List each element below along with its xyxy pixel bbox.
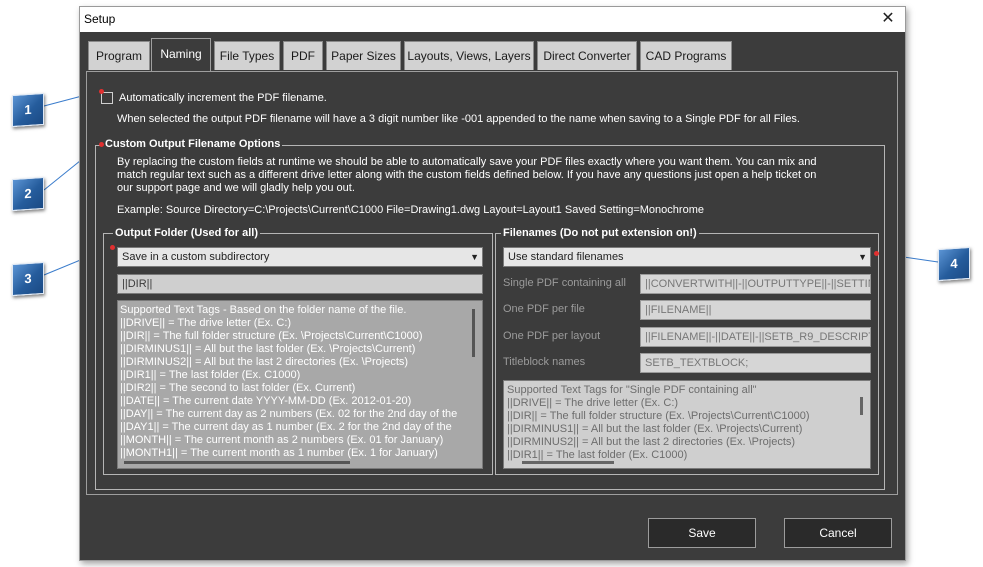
setup-dialog: Setup ✕ Program Naming File Types PDF Pa… [79, 6, 906, 561]
save-button[interactable]: Save [648, 518, 756, 548]
custom-output-label: Custom Output Filename Options [103, 138, 283, 150]
title-bar: Setup ✕ [80, 7, 905, 32]
marker-dot [99, 89, 104, 94]
marker-dot [99, 142, 104, 147]
window-title: Setup [84, 12, 116, 26]
horizontal-scrollbar[interactable] [522, 461, 614, 464]
naming-panel: Automatically increment the PDF filename… [86, 71, 898, 495]
output-folder-label: Output Folder (Used for all) [113, 227, 260, 239]
callout-1: 1 [12, 92, 44, 128]
one-pdf-per-layout-field[interactable]: ||FILENAME||-||DATE||-||SETB_R9_DESCRIPT… [640, 327, 871, 347]
cancel-button[interactable]: Cancel [784, 518, 892, 548]
filenames-label: Filenames (Do not put extension on!) [501, 227, 699, 239]
tab-direct-converter[interactable]: Direct Converter [537, 41, 637, 70]
output-folder-field[interactable]: ||DIR|| [117, 274, 483, 294]
callout-4: 4 [938, 246, 970, 282]
tab-cad-programs[interactable]: CAD Programs [640, 41, 732, 70]
tab-file-types[interactable]: File Types [214, 41, 280, 70]
tab-paper-sizes[interactable]: Paper Sizes [326, 41, 401, 70]
close-icon[interactable]: ✕ [871, 7, 905, 32]
marker-dot [874, 251, 879, 256]
chevron-down-icon: ▼ [858, 252, 867, 262]
callout-3: 3 [12, 261, 44, 297]
one-pdf-per-layout-label: One PDF per layout [503, 330, 601, 342]
titleblock-names-field[interactable]: SETB_TEXTBLOCK; [640, 353, 871, 373]
one-pdf-per-file-field[interactable]: ||FILENAME|| [640, 300, 871, 320]
filenames-select[interactable]: Use standard filenames ▼ [503, 247, 871, 267]
auto-increment-label: Automatically increment the PDF filename… [119, 92, 327, 104]
output-folder-select[interactable]: Save in a custom subdirectory ▼ [117, 247, 483, 267]
tab-pdf[interactable]: PDF [283, 41, 323, 70]
single-pdf-field[interactable]: ||CONVERTWITH||-||OUTPUTTYPE||-||SETTING [640, 274, 871, 294]
one-pdf-per-file-label: One PDF per file [503, 303, 585, 315]
filenames-tags-textarea[interactable]: Supported Text Tags for "Single PDF cont… [503, 380, 871, 469]
titleblock-names-label: Titleblock names [503, 356, 586, 368]
custom-output-description: By replacing the custom fields at runtim… [117, 156, 817, 194]
chevron-down-icon: ▼ [470, 252, 479, 262]
horizontal-scrollbar[interactable] [124, 461, 350, 464]
callout-2: 2 [12, 176, 44, 212]
marker-dot [110, 245, 115, 250]
auto-increment-checkbox[interactable] [101, 92, 113, 104]
tab-layouts-views-layers[interactable]: Layouts, Views, Layers [404, 41, 534, 70]
vertical-scrollbar[interactable] [860, 397, 863, 415]
tab-program[interactable]: Program [88, 41, 150, 70]
vertical-scrollbar[interactable] [472, 309, 475, 357]
output-folder-tags-textarea[interactable]: Supported Text Tags - Based on the folde… [117, 300, 483, 469]
single-pdf-label: Single PDF containing all [503, 277, 626, 289]
auto-increment-description: When selected the output PDF filename wi… [117, 113, 800, 125]
tab-naming[interactable]: Naming [151, 38, 211, 72]
example-text: Example: Source Directory=C:\Projects\Cu… [117, 204, 704, 216]
